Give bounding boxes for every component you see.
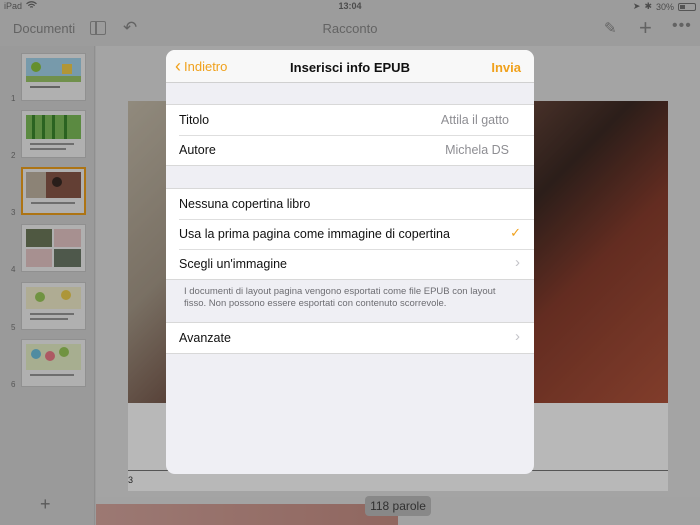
dialog-title: Inserisci info EPUB <box>290 60 410 75</box>
cover-option-label: Scegli un'immagine <box>179 257 287 271</box>
cover-option-label: Usa la prima pagina come immagine di cop… <box>179 227 450 241</box>
author-value[interactable]: Michela DS <box>445 143 509 157</box>
send-button[interactable]: Invia <box>491 60 521 75</box>
cover-option-none[interactable]: Nessuna copertina libro <box>166 189 534 219</box>
author-label: Autore <box>179 143 216 157</box>
advanced-group: Avanzate › <box>166 322 534 354</box>
checkmark-icon: ✓ <box>510 225 521 240</box>
chevron-right-icon: › <box>515 328 520 345</box>
author-field-row[interactable]: Autore Michela DS <box>166 135 534 165</box>
title-field-row[interactable]: Titolo Attila il gatto <box>166 105 534 135</box>
title-value[interactable]: Attila il gatto <box>441 113 509 127</box>
dialog-header: ‹ Indietro Inserisci info EPUB Invia <box>166 50 534 83</box>
export-note: I documenti di layout pagina vengono esp… <box>184 286 496 309</box>
cover-option-choose-image[interactable]: Scegli un'immagine › <box>166 249 534 279</box>
advanced-label: Avanzate <box>179 331 231 345</box>
cover-options-group: Nessuna copertina libro Usa la prima pag… <box>166 188 534 280</box>
advanced-row[interactable]: Avanzate › <box>166 323 534 353</box>
cover-option-first-page[interactable]: Usa la prima pagina come immagine di cop… <box>166 219 534 249</box>
epub-info-dialog: ‹ Indietro Inserisci info EPUB Invia Tit… <box>166 50 534 474</box>
chevron-right-icon: › <box>515 254 520 271</box>
title-label: Titolo <box>179 113 210 127</box>
info-fields-group: Titolo Attila il gatto Autore Michela DS <box>166 104 534 166</box>
cover-option-label: Nessuna copertina libro <box>179 197 311 211</box>
